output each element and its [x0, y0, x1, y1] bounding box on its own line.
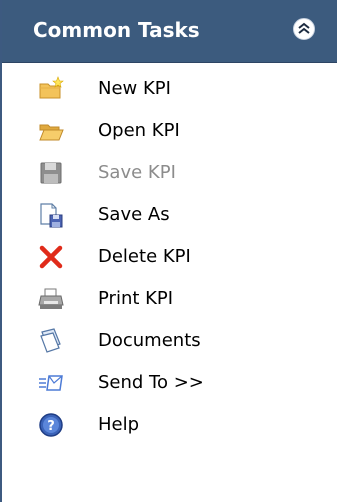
task-label: Send To >> — [98, 372, 204, 393]
collapse-button[interactable] — [293, 18, 315, 40]
panel-title: Common Tasks — [33, 18, 200, 42]
task-open-kpi[interactable]: Open KPI — [2, 110, 332, 152]
red-x-delete-icon — [39, 245, 63, 269]
send-to-icon — [39, 375, 63, 391]
task-label: New KPI — [98, 78, 171, 99]
documents-icon — [40, 328, 61, 353]
task-print-kpi[interactable]: Print KPI — [2, 278, 332, 320]
task-send-to[interactable]: Send To >> — [2, 362, 332, 404]
task-label: Open KPI — [98, 120, 180, 141]
svg-text:?: ? — [47, 419, 55, 434]
task-delete-kpi[interactable]: Delete KPI — [2, 236, 332, 278]
printer-icon — [38, 288, 64, 309]
document-save-as-icon — [40, 203, 63, 228]
task-new-kpi[interactable]: New KPI — [2, 68, 332, 110]
floppy-disk-icon — [40, 162, 62, 184]
double-chevron-up-icon — [298, 22, 310, 34]
task-label: Documents — [98, 330, 201, 351]
new-folder-star-icon — [39, 76, 64, 99]
task-label: Save As — [98, 204, 170, 225]
task-save-kpi[interactable]: Save KPI — [2, 152, 332, 194]
task-documents[interactable]: Documents — [2, 320, 332, 362]
task-help[interactable]: ? Help — [2, 404, 332, 446]
task-save-as[interactable]: Save As — [2, 194, 332, 236]
task-label: Help — [98, 414, 140, 435]
common-tasks-panel: Common Tasks New KPI Open KPI Save KPI S… — [0, 0, 337, 502]
open-folder-icon — [39, 124, 64, 141]
task-label: Delete KPI — [98, 246, 191, 267]
task-label: Print KPI — [98, 288, 174, 309]
task-label: Save KPI — [98, 162, 176, 183]
help-question-icon: ? — [39, 413, 63, 437]
panel-header[interactable]: Common Tasks — [2, 0, 337, 63]
